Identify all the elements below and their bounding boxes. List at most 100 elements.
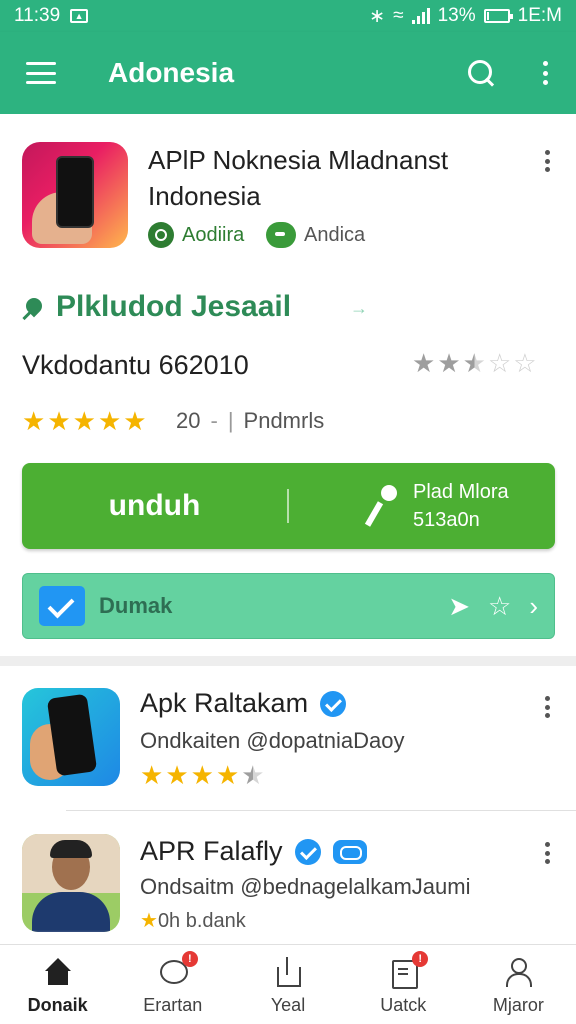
- list-item-handle: Ondkaiten @dopatniaDaoy: [140, 728, 405, 753]
- rating-dash: -: [210, 408, 218, 433]
- star-empty-icon: ☆: [487, 348, 512, 378]
- battery-percent: 13%: [437, 5, 476, 26]
- star-full-icon: ★: [22, 406, 46, 436]
- nav-label: Mjaror: [492, 995, 544, 1015]
- star-full-icon: ★: [215, 760, 240, 790]
- star-outline-icon[interactable]: ☆: [488, 591, 511, 622]
- signal-icon: [411, 8, 430, 24]
- star-full-icon: ★: [437, 348, 461, 378]
- star-full-icon: ★: [190, 760, 214, 790]
- link-icon: [332, 839, 367, 864]
- rating-stars-right: ★ ★ ★ ☆ ☆: [412, 350, 537, 376]
- install-side-line1: Plad Mlora: [413, 481, 509, 503]
- install-side[interactable]: Plad Mlora 513a0n: [369, 478, 509, 534]
- overflow-menu-icon[interactable]: [530, 58, 560, 88]
- list-item-handle: Ondsaitm @bednagelalkamJaumi: [140, 874, 471, 899]
- install-divider: [287, 489, 289, 523]
- list-item-rating: ★ ★ ★ ★ ★: [140, 762, 265, 788]
- nav-label: Erartan: [143, 995, 203, 1015]
- list-item-more-icon[interactable]: [537, 840, 557, 866]
- rating-label: Pndmrls: [243, 408, 325, 433]
- list-item-more-icon[interactable]: [537, 694, 557, 720]
- search-icon[interactable]: [466, 58, 496, 88]
- save-label: Dumak: [99, 593, 173, 618]
- verified-icon: [294, 838, 321, 865]
- install-label: unduh: [108, 489, 201, 522]
- nav-label: Donaik: [27, 995, 88, 1015]
- star-half-icon: ★: [241, 760, 265, 790]
- install-side-line2: 513a0n: [413, 509, 480, 531]
- document-icon: !: [388, 951, 429, 989]
- wifi-icon: ≈: [393, 5, 404, 26]
- star-full-icon: ★: [47, 406, 71, 436]
- pin-outline-icon[interactable]: ➤: [448, 591, 470, 622]
- star-full-icon: ★: [165, 760, 189, 790]
- avatar: [22, 834, 120, 932]
- star-empty-icon: ☆: [513, 348, 537, 378]
- home-icon: [43, 957, 73, 987]
- save-bar[interactable]: Dumak ➤ ☆ ›: [22, 573, 555, 639]
- app-icon: [22, 688, 120, 786]
- section-arrow-icon[interactable]: →: [350, 298, 368, 319]
- rating-pipe: |: [227, 408, 234, 433]
- notification-badge: !: [412, 951, 429, 967]
- developer-a-icon: [148, 222, 174, 248]
- app-toolbar: Adonesia: [0, 32, 576, 114]
- list-item-name-text: Apk Raltakam: [140, 688, 309, 718]
- rating-meta: 20 - | Pndmrls: [176, 408, 324, 434]
- chevron-right-icon[interactable]: ›: [529, 591, 538, 622]
- nav-label: Uatck: [380, 995, 427, 1015]
- status-bar: 11:39 ▲ ∗ ≈ 13% 1E:M: [0, 0, 576, 32]
- developer-b-icon: [266, 222, 296, 248]
- star-full-icon: ★: [123, 406, 147, 436]
- rating-count: 20: [176, 408, 201, 433]
- share-icon: [273, 957, 303, 987]
- star-full-icon: ★: [72, 406, 96, 436]
- divider: [66, 810, 576, 811]
- clean-icon: [369, 485, 399, 527]
- app-icon[interactable]: [22, 142, 128, 248]
- battery-icon: [483, 9, 513, 23]
- app-title: APlP Noknesia Mladnanst Indonesia: [148, 145, 449, 211]
- star-icon: ★: [140, 910, 158, 932]
- list-item-sub-text: 0h b.dank: [157, 910, 246, 932]
- star-full-icon: ★: [97, 406, 122, 436]
- notification-icon: ▲: [70, 9, 89, 23]
- nav-item-chat[interactable]: ! Erartan: [115, 945, 230, 1024]
- star-full-icon: ★: [412, 348, 436, 378]
- section-heading: Plkludod Jesaail: [22, 290, 291, 324]
- checkbox-icon[interactable]: [39, 586, 85, 626]
- list-item-name: Apk Raltakam: [140, 688, 347, 719]
- nav-label: Yeal: [270, 995, 306, 1015]
- menu-icon[interactable]: [26, 62, 56, 84]
- status-right: ∗ ≈ 13% 1E:M: [369, 5, 562, 28]
- nav-item-home[interactable]: Donaik: [0, 945, 115, 1024]
- section-title: Plkludod Jesaail: [56, 290, 292, 323]
- developer-b-label: Andica: [304, 223, 366, 246]
- app-detail-card: APlP Noknesia Mladnanst Indonesia Aodiir…: [0, 114, 576, 660]
- nav-item-updates[interactable]: ! Uatck: [346, 945, 461, 1024]
- star-full-icon: ★: [140, 760, 164, 790]
- notification-badge: !: [181, 951, 198, 967]
- chat-icon: !: [158, 951, 198, 987]
- developer-chip-b[interactable]: Andica: [266, 222, 365, 248]
- list-item-name: APR Falafly: [140, 836, 367, 867]
- bluetooth-icon: ∗: [369, 5, 386, 27]
- developer-chip-a[interactable]: Aodiira: [148, 222, 244, 248]
- nav-item-profile[interactable]: Mjaror: [461, 945, 576, 1024]
- list-item-name-text: APR Falafly: [140, 836, 283, 866]
- list-item[interactable]: Apk Raltakam Ondkaiten @dopatniaDaoy ★ ★ ★…: [0, 676, 576, 802]
- bottom-navigation: Donaik ! Erartan Yeal ! Uatck Mjaror: [0, 944, 576, 1024]
- toolbar-title: Adonesia: [108, 57, 235, 88]
- app-more-icon[interactable]: [537, 148, 557, 174]
- install-side-text: Plad Mlora 513a0n: [413, 478, 509, 534]
- nav-item-share[interactable]: Yeal: [230, 945, 345, 1024]
- user-icon: [503, 957, 533, 987]
- status-time: 11:39: [14, 5, 61, 26]
- install-button[interactable]: unduh Plad Mlora 513a0n: [22, 463, 555, 549]
- version-text: Vkdodantu 662010: [22, 350, 249, 380]
- verified-icon: [320, 690, 347, 717]
- rating-stars-left: ★ ★ ★ ★ ★: [22, 408, 147, 434]
- pin-icon: [22, 294, 48, 320]
- developer-a-label: Aodiira: [182, 223, 245, 246]
